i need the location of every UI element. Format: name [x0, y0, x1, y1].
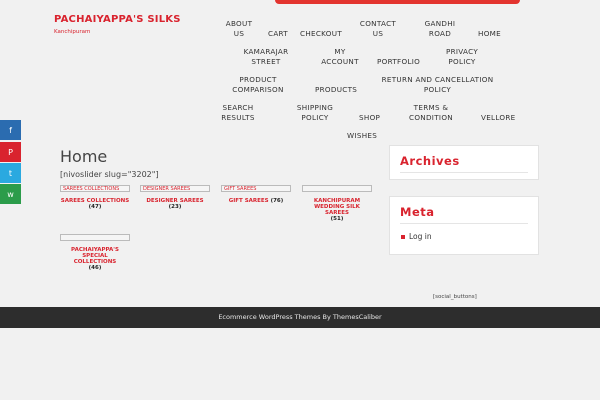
nav-my-account[interactable]: MY ACCOUNT — [318, 47, 362, 67]
category-card[interactable]: GIFT SAREES GIFT SAREES (76) — [221, 185, 291, 204]
twitter-icon: t — [8, 168, 13, 178]
archives-title: Archives — [400, 154, 460, 168]
site-tagline: Kanchipuram — [54, 29, 91, 35]
login-link-label[interactable]: Log in — [409, 232, 432, 241]
nav-products[interactable]: PRODUCTS — [315, 85, 357, 95]
footer-credit-link[interactable]: Ecommerce WordPress Themes By ThemesCali… — [218, 313, 381, 321]
twitter-share-button[interactable]: t — [0, 163, 21, 183]
category-image[interactable]: SAREES COLLECTIONS — [60, 185, 130, 192]
nav-search-results[interactable]: SEARCH RESULTS — [218, 103, 258, 123]
nav-vellore[interactable]: VELLORE — [481, 113, 516, 123]
nav-about[interactable]: ABOUT US — [222, 19, 256, 39]
nav-gandhi-road[interactable]: GANDHI ROAD — [420, 19, 460, 39]
category-image[interactable]: DESIGNER SAREES — [140, 185, 210, 192]
site-title[interactable]: PACHAIYAPPA'S SILKS — [54, 14, 181, 25]
category-image[interactable] — [60, 234, 130, 241]
category-card[interactable]: PACHAIYAPPA'S SPECIAL COLLECTIONS (46) — [60, 234, 130, 271]
page-title: Home — [60, 147, 108, 166]
category-label[interactable]: KANCHIPURAM WEDDING SILK SAREES (51) — [302, 198, 372, 222]
whatsapp-share-button[interactable]: w — [0, 184, 21, 204]
nav-privacy-policy[interactable]: PRIVACY POLICY — [440, 47, 484, 67]
nav-portfolio[interactable]: PORTFOLIO — [377, 57, 420, 67]
nav-terms-condition[interactable]: TERMS & CONDITION — [406, 103, 456, 123]
nav-cart[interactable]: CART — [268, 29, 288, 39]
nav-contact[interactable]: CONTACT US — [356, 19, 400, 39]
facebook-icon: f — [9, 125, 12, 135]
social-buttons-shortcode: [social_buttons] — [433, 294, 477, 300]
top-accent-bar — [275, 0, 520, 4]
nav-kamarajar-street[interactable]: KAMARAJAR STREET — [240, 47, 292, 67]
meta-title: Meta — [400, 205, 435, 219]
pinterest-share-button[interactable]: P — [0, 142, 21, 162]
category-image[interactable] — [302, 185, 372, 192]
category-card[interactable]: KANCHIPURAM WEDDING SILK SAREES (51) — [302, 185, 372, 222]
category-label[interactable]: SAREES COLLECTIONS (47) — [60, 198, 130, 210]
facebook-share-button[interactable]: f — [0, 120, 21, 140]
category-card[interactable]: DESIGNER SAREES DESIGNER SAREES (23) — [140, 185, 210, 210]
nav-shipping-policy[interactable]: SHIPPING POLICY — [294, 103, 336, 123]
pinterest-icon: P — [8, 147, 13, 157]
category-label[interactable]: PACHAIYAPPA'S SPECIAL COLLECTIONS (46) — [60, 247, 130, 271]
widget-divider — [400, 172, 528, 173]
whatsapp-icon: w — [7, 189, 14, 199]
meta-widget: Meta Log in — [389, 196, 539, 255]
bullet-icon — [401, 234, 405, 239]
category-label[interactable]: DESIGNER SAREES (23) — [140, 198, 210, 210]
nav-product-comparison[interactable]: PRODUCT COMPARISON — [228, 75, 288, 95]
category-image[interactable]: GIFT SAREES — [221, 185, 291, 192]
nav-shop[interactable]: SHOP — [359, 113, 380, 123]
category-card[interactable]: SAREES COLLECTIONS SAREES COLLECTIONS (47… — [60, 185, 130, 210]
nav-return-cancellation-policy[interactable]: RETURN AND CANCELLATION POLICY — [380, 75, 495, 95]
archives-widget: Archives — [389, 145, 539, 180]
nav-wishes[interactable]: WISHES — [347, 131, 377, 141]
category-label[interactable]: GIFT SAREES (76) — [221, 198, 291, 204]
login-link[interactable]: Log in — [390, 224, 538, 241]
slider-shortcode-text: [nivoslider slug="3202"] — [60, 170, 159, 179]
footer: Ecommerce WordPress Themes By ThemesCali… — [0, 307, 600, 328]
nav-checkout[interactable]: CHECKOUT — [300, 29, 342, 39]
nav-home[interactable]: HOME — [478, 29, 501, 39]
